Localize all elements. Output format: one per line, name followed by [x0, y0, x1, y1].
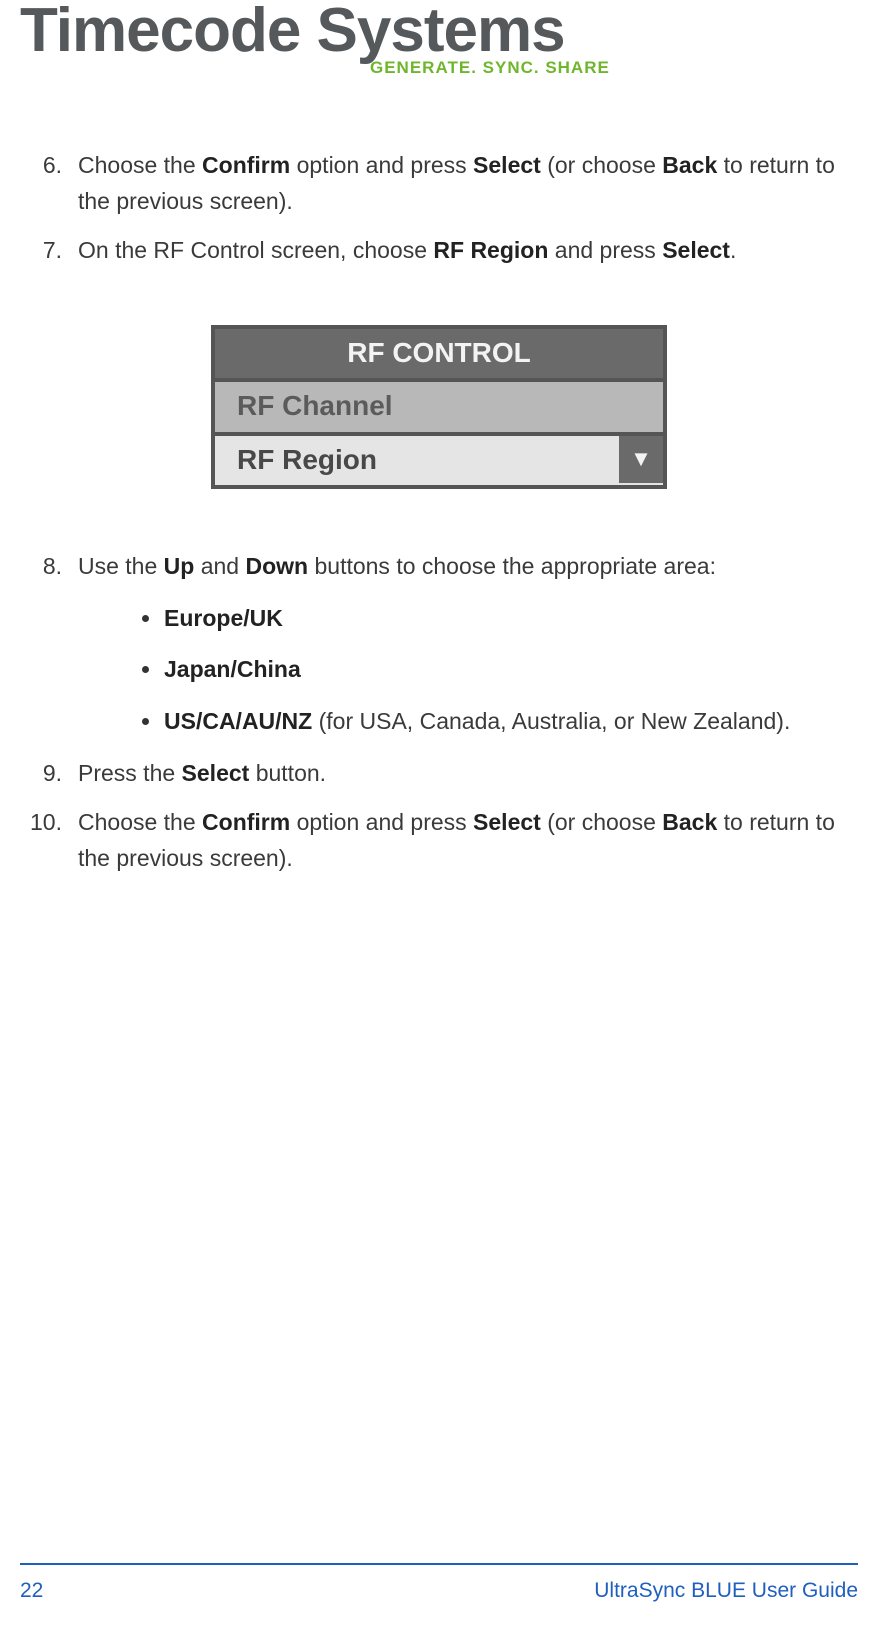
step-number: 7. [20, 233, 62, 269]
region-item-europe: Europe/UK [136, 601, 858, 637]
rf-region-label: RF Region [237, 436, 377, 483]
document-page: Timecode Systems GENERATE. SYNC. SHARE 6… [0, 0, 888, 1629]
chevron-down-icon: ▼ [619, 436, 663, 483]
step-number: 9. [20, 756, 62, 792]
step-8: 8. Use the Up and Down buttons to choose… [20, 549, 858, 740]
brand-tagline: GENERATE. SYNC. SHARE [370, 58, 858, 78]
step-10: 10. Choose the Confirm option and press … [20, 805, 858, 876]
body-content: 6. Choose the Confirm option and press S… [20, 148, 858, 877]
region-item-japan: Japan/China [136, 652, 858, 688]
rf-screen-title: RF CONTROL [215, 329, 663, 382]
step-text: On the RF Control screen, choose RF Regi… [78, 237, 736, 263]
instruction-list: 6. Choose the Confirm option and press S… [20, 148, 858, 877]
region-list: Europe/UK Japan/China US/CA/AU/NZ (for U… [136, 601, 858, 740]
rf-channel-label: RF Channel [237, 382, 393, 429]
step-text: Choose the Confirm option and press Sele… [78, 809, 835, 871]
page-footer: 22 UltraSync BLUE User Guide [20, 1563, 858, 1603]
step-number: 6. [20, 148, 62, 184]
brand-logo: Timecode Systems GENERATE. SYNC. SHARE [20, 0, 858, 78]
guide-title: UltraSync BLUE User Guide [594, 1579, 858, 1603]
step-7: 7. On the RF Control screen, choose RF R… [20, 233, 858, 269]
step-text: Press the Select button. [78, 760, 326, 786]
rf-control-screen: RF CONTROL RF Channel RF Region ▼ [211, 325, 667, 489]
page-number: 22 [20, 1579, 43, 1603]
step-number: 8. [20, 549, 62, 585]
step-6: 6. Choose the Confirm option and press S… [20, 148, 858, 219]
region-item-us: US/CA/AU/NZ (for USA, Canada, Australia,… [136, 704, 858, 740]
rf-region-row: RF Region ▼ [215, 436, 663, 485]
step-text: Use the Up and Down buttons to choose th… [78, 553, 716, 579]
rf-channel-row: RF Channel [215, 382, 663, 435]
step-number: 10. [20, 805, 62, 841]
step-9: 9. Press the Select button. [20, 756, 858, 792]
step-text: Choose the Confirm option and press Sele… [78, 152, 835, 214]
brand-logo-text: Timecode Systems [20, 0, 858, 62]
rf-screen-container: RF CONTROL RF Channel RF Region ▼ [20, 325, 858, 489]
